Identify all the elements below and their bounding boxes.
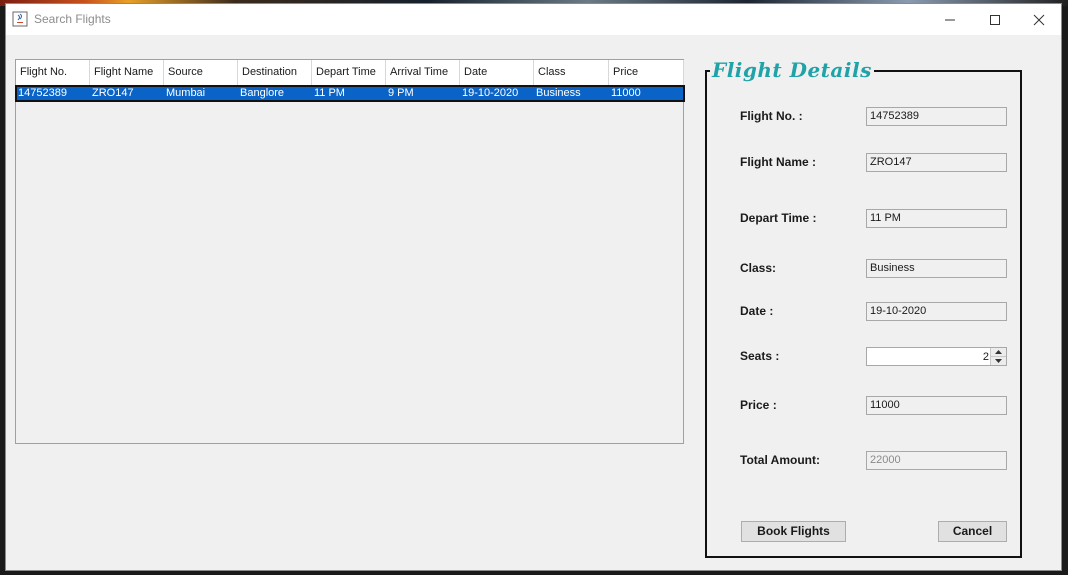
flights-table[interactable]: Flight No. Flight Name Source Destinatio… xyxy=(15,59,685,444)
window-title: Search Flights xyxy=(34,12,111,26)
cell-date: 19-10-2020 xyxy=(462,87,519,99)
chevron-down-icon xyxy=(995,359,1002,363)
total-amount-label: Total Amount: xyxy=(740,453,820,467)
class-field[interactable]: Business xyxy=(866,259,1007,278)
flight-name-label: Flight Name : xyxy=(740,155,817,169)
table-header: Flight No. Flight Name Source Destinatio… xyxy=(16,60,684,86)
column-header-flight-name[interactable]: Flight Name xyxy=(90,60,164,85)
close-icon xyxy=(1033,14,1045,25)
flight-no-field[interactable]: 14752389 xyxy=(866,107,1007,126)
table-row[interactable]: 14752389 ZRO147 Mumbai Banglore 11 PM 9 … xyxy=(15,85,685,102)
spinner-down-button[interactable] xyxy=(991,357,1006,365)
total-amount-field: 22000 xyxy=(866,451,1007,470)
column-header-depart-time[interactable]: Depart Time xyxy=(312,60,386,85)
cell-class: Business xyxy=(536,87,581,99)
column-header-class[interactable]: Class xyxy=(534,60,609,85)
column-header-flight-no[interactable]: Flight No. xyxy=(16,60,90,85)
price-label: Price : xyxy=(740,398,777,412)
chevron-up-icon xyxy=(995,350,1002,354)
class-label: Class: xyxy=(740,261,777,275)
cell-arrival-time: 9 PM xyxy=(388,87,414,99)
price-field[interactable]: 11000 xyxy=(866,396,1007,415)
seats-spinner[interactable]: 2 xyxy=(866,347,1007,366)
seats-spinner-buttons xyxy=(990,348,1006,365)
depart-time-field[interactable]: 11 PM xyxy=(866,209,1007,228)
spinner-up-button[interactable] xyxy=(991,348,1006,357)
date-field[interactable]: 19-10-2020 xyxy=(866,302,1007,321)
flight-details-panel: Flight Details Flight No. : 14752389 Fli… xyxy=(705,58,1022,558)
column-header-date[interactable]: Date xyxy=(460,60,534,85)
column-header-destination[interactable]: Destination xyxy=(238,60,312,85)
minimize-button[interactable] xyxy=(927,4,973,35)
cell-flight-no: 14752389 xyxy=(18,87,67,99)
date-label: Date : xyxy=(740,304,774,318)
cancel-button[interactable]: Cancel xyxy=(938,521,1007,542)
minimize-icon xyxy=(945,19,955,20)
search-flights-window: Search Flights Flight No. Flight Name So… xyxy=(5,3,1062,571)
java-app-icon xyxy=(12,11,28,27)
depart-time-label: Depart Time : xyxy=(740,211,817,225)
close-button[interactable] xyxy=(1016,4,1062,35)
column-header-source[interactable]: Source xyxy=(164,60,238,85)
window-content: Flight No. Flight Name Source Destinatio… xyxy=(6,35,1061,570)
cell-source: Mumbai xyxy=(166,87,206,99)
cell-destination: Banglore xyxy=(240,87,285,99)
flight-no-label: Flight No. : xyxy=(740,109,803,123)
column-header-price[interactable]: Price xyxy=(609,60,684,85)
column-header-arrival-time[interactable]: Arrival Time xyxy=(386,60,460,85)
maximize-icon xyxy=(990,14,1000,25)
book-flights-button[interactable]: Book Flights xyxy=(741,521,846,542)
cell-price: 11000 xyxy=(611,87,641,99)
cell-flight-name: ZRO147 xyxy=(92,87,134,99)
flight-details-title: Flight Details xyxy=(710,58,874,82)
flight-name-field[interactable]: ZRO147 xyxy=(866,153,1007,172)
seats-label: Seats : xyxy=(740,349,780,363)
maximize-button[interactable] xyxy=(972,4,1018,35)
cell-depart-time: 11 PM xyxy=(314,87,345,99)
seats-value[interactable]: 2 xyxy=(983,349,989,365)
title-bar[interactable]: Search Flights xyxy=(6,4,1061,35)
